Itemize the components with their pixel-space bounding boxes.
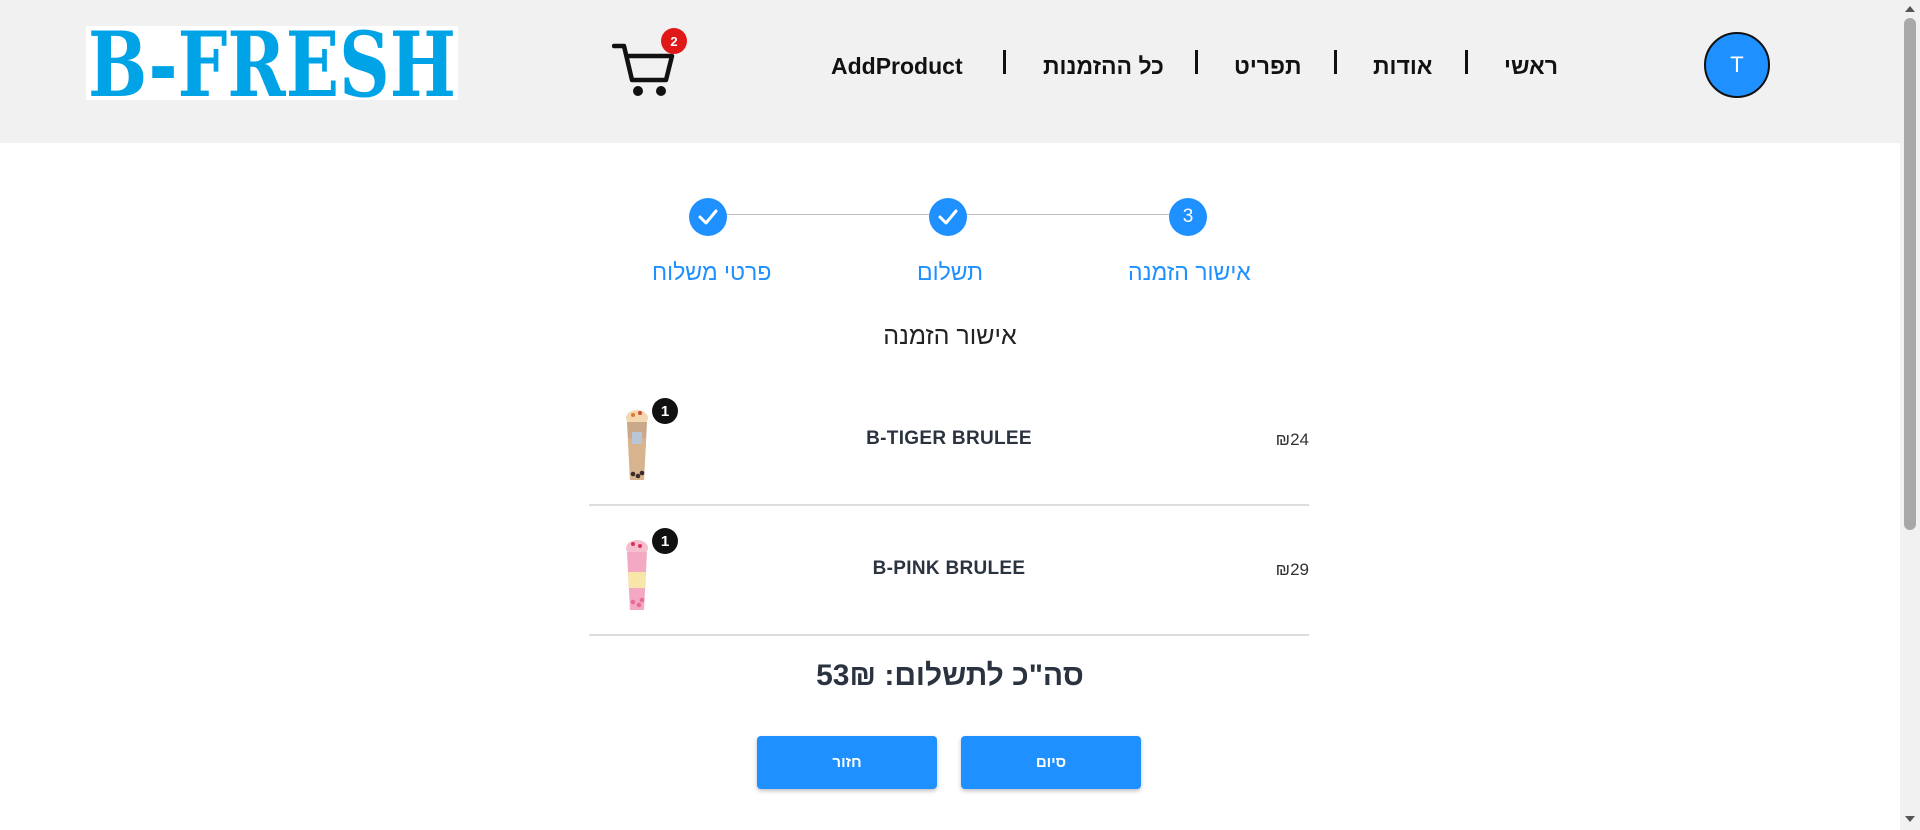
nav-menu[interactable]: תפריט [1234, 53, 1302, 80]
step-payment-label: תשלום [917, 259, 983, 285]
step-confirm-marker: 3 [1169, 198, 1207, 236]
user-avatar[interactable]: T [1704, 32, 1770, 98]
step-connector [727, 214, 929, 215]
logo-text: B-FRESH [88, 26, 456, 100]
order-item: 1 B-TIGER BRULEE ₪24 [589, 376, 1309, 506]
brand-logo[interactable]: B-FRESH [86, 26, 458, 100]
step-shipping-marker [689, 198, 727, 236]
scroll-up-arrow-icon[interactable] [1905, 6, 1915, 12]
back-button[interactable]: חזור [757, 736, 937, 789]
cart-count-badge: 2 [661, 28, 687, 54]
product-price: ₪29 [1275, 560, 1309, 579]
check-icon [938, 209, 958, 225]
step-payment-marker [929, 198, 967, 236]
nav-all-orders[interactable]: כל ההזמנות [1043, 53, 1164, 80]
product-name: B-TIGER BRULEE [866, 428, 1032, 449]
nav-divider [1334, 50, 1337, 74]
scroll-down-arrow-icon[interactable] [1905, 816, 1915, 822]
nav-add-product[interactable]: AddProduct [831, 53, 963, 80]
quantity-badge: 1 [652, 398, 678, 424]
scrollbar-thumb[interactable] [1904, 18, 1916, 530]
site-header: B-FRESH 2 ראשי אודות תפריט כל ההזמנות Ad… [0, 0, 1900, 143]
product-price: ₪24 [1275, 430, 1309, 449]
section-title: אישור הזמנה [883, 322, 1017, 350]
nav-home[interactable]: ראשי [1504, 53, 1558, 80]
quantity-badge: 1 [652, 528, 678, 554]
product-name: B-PINK BRULEE [872, 558, 1026, 579]
vertical-scrollbar[interactable] [1900, 0, 1920, 830]
step-shipping-label: פרטי משלוח [652, 259, 772, 285]
nav-divider [1465, 50, 1468, 74]
nav-divider [1195, 50, 1198, 74]
finish-button[interactable]: סיום [961, 736, 1141, 789]
order-total: סה"כ לתשלום: 53₪ [816, 659, 1084, 692]
step-connector [967, 214, 1169, 215]
check-icon [698, 209, 718, 225]
step-confirm-label: אישור הזמנה [1128, 259, 1251, 285]
nav-divider [1003, 50, 1006, 74]
nav-about[interactable]: אודות [1373, 53, 1432, 80]
order-item: 1 B-PINK BRULEE ₪29 [589, 506, 1309, 636]
